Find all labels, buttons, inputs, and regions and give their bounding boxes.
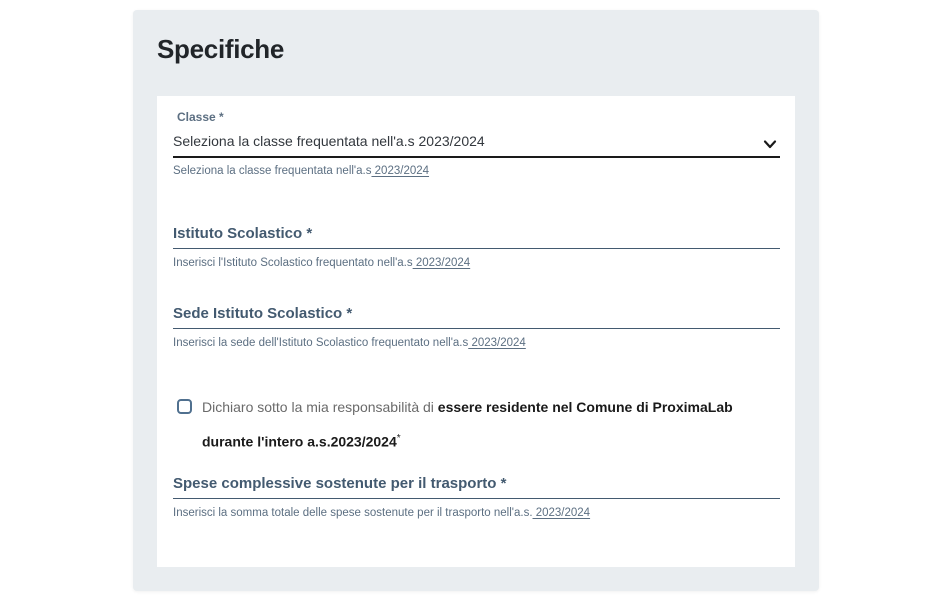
classe-helper-link[interactable]: 2023/2024 [371, 165, 429, 177]
page-title: Specifiche [157, 32, 284, 66]
field-spese: Spese complessive sostenute per il trasp… [173, 465, 780, 525]
specifiche-panel: Specifiche Classe * Seleziona la classe … [133, 10, 819, 591]
istituto-input[interactable] [173, 215, 780, 249]
residenza-checkbox[interactable] [177, 399, 192, 414]
field-istituto: Istituto Scolastico * Inserisci l'Istitu… [173, 215, 780, 275]
field-sede: Sede Istituto Scolastico * Inserisci la … [173, 295, 780, 355]
classe-select-box: Seleziona la classe frequentata nell'a.s… [173, 130, 780, 158]
spese-helper: Inserisci la somma totale delle spese so… [173, 506, 590, 520]
declaration-required-asterisk: * [397, 433, 401, 444]
spese-input[interactable] [173, 465, 780, 499]
spese-helper-text: Inserisci la somma totale delle spese so… [173, 507, 533, 519]
spese-helper-link[interactable]: 2023/2024 [533, 507, 591, 519]
declaration-prefix: Dichiaro sotto la mia responsabilità di [202, 399, 438, 415]
istituto-helper: Inserisci l'Istituto Scolastico frequent… [173, 256, 470, 270]
sede-input[interactable] [173, 295, 780, 329]
residenza-declaration-label: Dichiaro sotto la mia responsabilità di … [202, 392, 762, 458]
residenza-declaration-row[interactable]: Dichiaro sotto la mia responsabilità di … [173, 392, 780, 458]
form-card: Classe * Seleziona la classe frequentata… [157, 96, 795, 567]
sede-helper-text: Inserisci la sede dell'Istituto Scolasti… [173, 337, 468, 349]
istituto-helper-link[interactable]: 2023/2024 [413, 257, 471, 269]
field-classe: Classe * Seleziona la classe frequentata… [173, 96, 780, 186]
classe-label: Classe * [177, 110, 224, 124]
sede-helper: Inserisci la sede dell'Istituto Scolasti… [173, 336, 526, 350]
istituto-helper-text: Inserisci l'Istituto Scolastico frequent… [173, 257, 413, 269]
classe-helper-text: Seleziona la classe frequentata nell'a.s [173, 165, 371, 177]
sede-helper-link[interactable]: 2023/2024 [468, 337, 526, 349]
classe-helper: Seleziona la classe frequentata nell'a.s… [173, 164, 429, 178]
classe-select[interactable]: Seleziona la classe frequentata nell'a.s… [173, 130, 780, 156]
